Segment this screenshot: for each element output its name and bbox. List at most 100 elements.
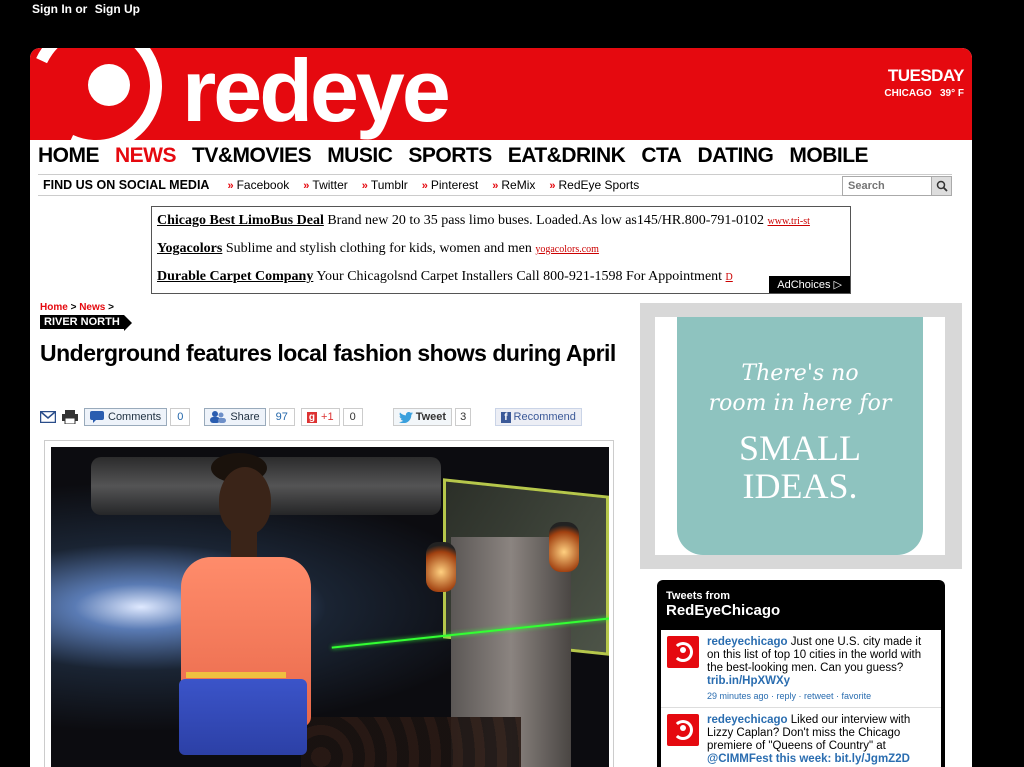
print-icon[interactable] bbox=[62, 410, 78, 424]
tweet-user[interactable]: redeyechicago bbox=[707, 636, 788, 648]
share-bar: Comments 0 Share 97 g +1 0 Tweet 3 f Rec… bbox=[40, 406, 610, 428]
ad-big-line: SMALL bbox=[738, 428, 861, 468]
breadcrumb: Home > News > bbox=[40, 302, 114, 313]
sidebar-ad-inner: There's no room in here for SMALL IDEAS. bbox=[655, 317, 945, 555]
weather-location: CHICAGO 39° F bbox=[884, 88, 964, 99]
ad-script-line: There's no bbox=[741, 361, 859, 386]
nav-music[interactable]: MUSIC bbox=[327, 144, 393, 168]
tweet-label: Tweet bbox=[415, 411, 447, 423]
tweet-user[interactable]: redeyechicago bbox=[707, 714, 788, 726]
tweet-meta[interactable]: 29 minutes ago · reply · retweet · favor… bbox=[707, 690, 935, 703]
social-link-text: Facebook bbox=[236, 178, 290, 192]
comments-count: 0 bbox=[170, 408, 191, 426]
logo-dot bbox=[88, 64, 130, 106]
ad-url[interactable]: www.tri-st bbox=[768, 216, 810, 227]
page-container: redeye TUESDAY CHICAGO 39° F HOME NEWS T… bbox=[30, 48, 972, 767]
email-icon[interactable] bbox=[40, 410, 56, 424]
avatar[interactable] bbox=[667, 636, 699, 668]
ad-text: Brand new 20 to 35 pass limo buses. Load… bbox=[327, 213, 765, 228]
facebook-icon: f bbox=[501, 411, 511, 423]
share-count: 97 bbox=[268, 408, 295, 426]
nav-sports[interactable]: SPORTS bbox=[408, 144, 492, 168]
chevron-right-icon: » bbox=[361, 180, 368, 192]
site-logo[interactable]: redeye bbox=[182, 48, 451, 142]
sign-up-link[interactable]: Sign Up bbox=[95, 2, 140, 16]
comments-label: Comments bbox=[108, 411, 162, 423]
sidebar-ad-card: There's no room in here for SMALL IDEAS. bbox=[677, 317, 923, 555]
chevron-right-icon: » bbox=[549, 180, 556, 192]
sidebar-ad[interactable]: There's no room in here for SMALL IDEAS. bbox=[640, 303, 962, 569]
social-facebook-link[interactable]: » Facebook bbox=[227, 178, 289, 192]
ad-big-line: IDEAS. bbox=[742, 466, 858, 506]
masthead: redeye TUESDAY CHICAGO 39° F bbox=[30, 48, 972, 171]
twitter-widget: Tweets from RedEyeChicago redeyechicago … bbox=[657, 580, 945, 767]
photo-model-belt bbox=[186, 672, 286, 678]
section-tag[interactable]: RIVER NORTH bbox=[40, 315, 132, 331]
recommend-button[interactable]: f Recommend bbox=[495, 408, 582, 426]
tweet-list[interactable]: redeyechicago Just one U.S. city made it… bbox=[661, 630, 941, 767]
breadcrumb-separator: > bbox=[108, 302, 114, 313]
gplus-count: 0 bbox=[342, 408, 363, 426]
nav-eat-drink[interactable]: EAT&DRINK bbox=[508, 144, 626, 168]
adchoices-badge[interactable]: AdChoices ▷ bbox=[769, 276, 850, 293]
social-link-text: ReMix bbox=[501, 178, 536, 192]
tweet-count: 3 bbox=[455, 408, 472, 426]
ad-url[interactable]: yogacolors.com bbox=[535, 244, 599, 255]
sign-in-link[interactable]: Sign In bbox=[32, 2, 72, 16]
twitter-header-name[interactable]: RedEyeChicago bbox=[666, 602, 936, 619]
avatar[interactable] bbox=[667, 714, 699, 746]
ad-title[interactable]: Chicago Best LimoBus Deal bbox=[157, 213, 324, 228]
twitter-bird-icon bbox=[398, 411, 413, 423]
search-box bbox=[842, 176, 952, 196]
nav-home[interactable]: HOME bbox=[38, 144, 100, 168]
breadcrumb-news[interactable]: News bbox=[79, 302, 105, 313]
breadcrumb-home[interactable]: Home bbox=[40, 302, 68, 313]
social-twitter-link[interactable]: » Twitter bbox=[303, 178, 347, 192]
search-icon bbox=[936, 180, 948, 192]
weather-temp: 39° F bbox=[939, 88, 964, 99]
ad-title[interactable]: Yogacolors bbox=[157, 241, 222, 256]
article-photo-frame bbox=[44, 440, 614, 767]
tweet-item: redeyechicago Just one U.S. city made it… bbox=[661, 630, 941, 708]
photo-model-head bbox=[219, 467, 271, 535]
comments-button[interactable]: Comments bbox=[84, 408, 168, 426]
recommend-label: Recommend bbox=[513, 411, 576, 423]
twitter-header-small: Tweets from bbox=[666, 590, 730, 602]
photo-crowd bbox=[301, 717, 521, 767]
chevron-right-icon: » bbox=[303, 180, 310, 192]
social-pinterest-link[interactable]: » Pinterest bbox=[422, 178, 478, 192]
tweet-link[interactable]: @CIMMFest this week: bit.ly/JgmZ2D bbox=[707, 753, 910, 765]
nav-mobile[interactable]: MOBILE bbox=[789, 144, 868, 168]
or-text: or bbox=[75, 2, 88, 16]
weather-city: CHICAGO bbox=[884, 88, 932, 99]
nav-cta[interactable]: CTA bbox=[641, 144, 682, 168]
ad-row[interactable]: Yogacolors Sublime and stylish clothing … bbox=[157, 241, 845, 269]
social-link-text: RedEye Sports bbox=[558, 178, 640, 192]
social-link-text: Pinterest bbox=[430, 178, 479, 192]
social-tumblr-link[interactable]: » Tumblr bbox=[362, 178, 408, 192]
weather-widget: TUESDAY CHICAGO 39° F bbox=[884, 66, 964, 99]
ad-row[interactable]: Durable Carpet Company Your Chicagolsnd … bbox=[157, 269, 845, 293]
ad-url[interactable]: D bbox=[726, 272, 733, 283]
twitter-widget-header: Tweets from RedEyeChicago bbox=[657, 580, 945, 623]
gplus-button[interactable]: g +1 bbox=[300, 408, 340, 426]
nav-tv-movies[interactable]: TV&MOVIES bbox=[192, 144, 312, 168]
photo-lamp bbox=[549, 522, 579, 572]
tweet-button[interactable]: Tweet bbox=[392, 408, 453, 426]
ad-text: Sublime and stylish clothing for kids, w… bbox=[225, 241, 532, 256]
social-redeye-sports-link[interactable]: » RedEye Sports bbox=[549, 178, 639, 192]
breadcrumb-separator: > bbox=[70, 302, 80, 313]
article-photo[interactable] bbox=[51, 447, 609, 767]
nav-news[interactable]: NEWS bbox=[115, 144, 177, 168]
gplus-label: +1 bbox=[321, 411, 334, 423]
ad-title[interactable]: Durable Carpet Company bbox=[157, 269, 313, 284]
ad-row[interactable]: Chicago Best LimoBus Deal Brand new 20 t… bbox=[157, 213, 845, 241]
tweet-link[interactable]: trib.in/HpXWXy bbox=[707, 675, 790, 687]
search-button[interactable] bbox=[931, 177, 951, 195]
share-button[interactable]: Share bbox=[204, 408, 266, 426]
account-links: Sign In or Sign Up bbox=[32, 2, 140, 16]
nav-dating[interactable]: DATING bbox=[697, 144, 773, 168]
social-label: FIND US ON SOCIAL MEDIA bbox=[43, 178, 210, 192]
search-input[interactable] bbox=[843, 177, 931, 195]
social-remix-link[interactable]: » ReMix bbox=[492, 178, 535, 192]
